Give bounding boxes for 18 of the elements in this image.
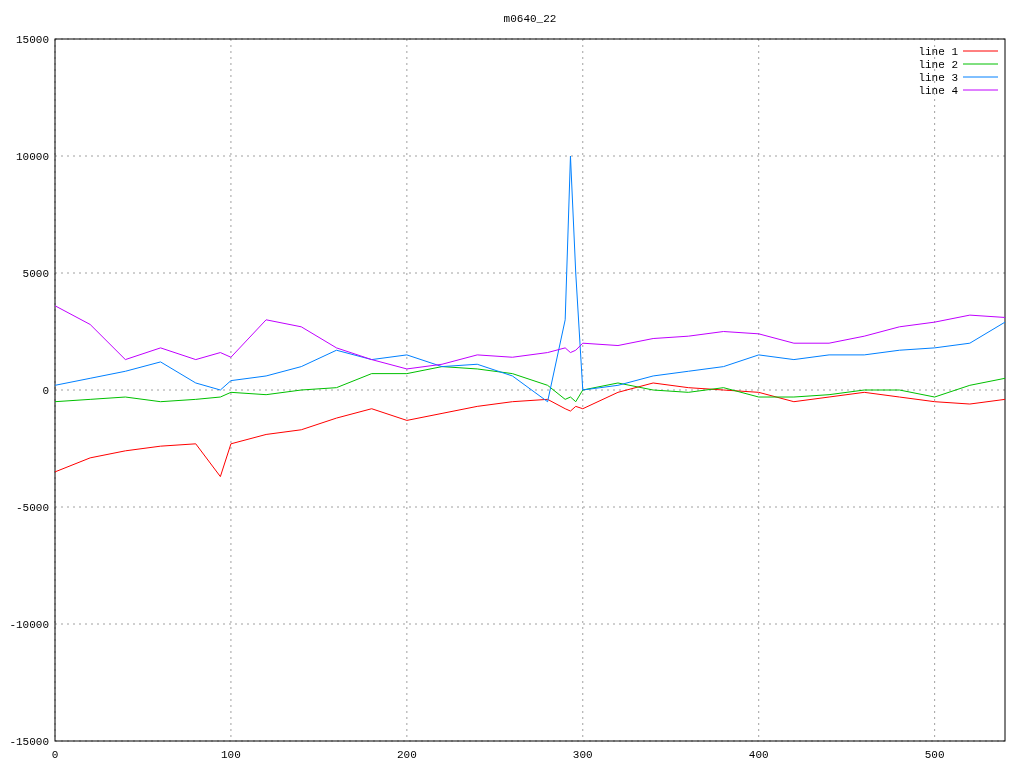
chart-title: m0640_22 — [503, 13, 557, 25]
y-tick-label: 5000 — [22, 268, 49, 280]
y-tick-label: -15000 — [9, 736, 49, 748]
x-tick-label: 500 — [924, 749, 945, 761]
y-tick-label: -10000 — [9, 619, 49, 631]
y-tick-label: -5000 — [16, 502, 49, 514]
x-tick-label: 400 — [748, 749, 769, 761]
legend-label: line 1 — [918, 46, 958, 58]
x-tick-label: 100 — [221, 749, 241, 761]
legend-label: line 2 — [918, 59, 958, 71]
x-tick-label: 200 — [396, 749, 417, 761]
legend-label: line 3 — [918, 72, 958, 84]
legend-label: line 4 — [918, 85, 958, 97]
y-tick-label: 0 — [42, 385, 49, 397]
y-tick-label: 10000 — [16, 151, 49, 163]
y-tick-label: 15000 — [16, 34, 49, 46]
x-tick-label: 300 — [572, 749, 593, 761]
x-tick-label: 0 — [51, 749, 59, 761]
